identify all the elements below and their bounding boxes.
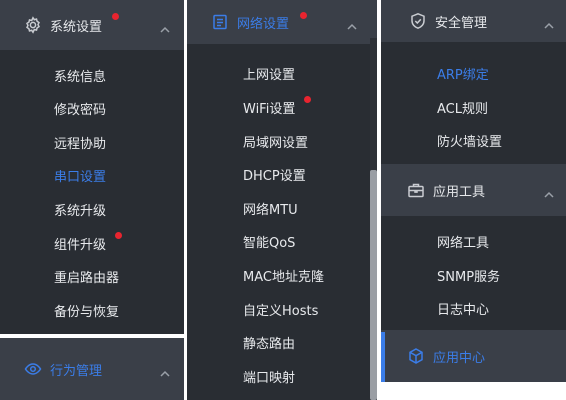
- shield-icon: [409, 12, 427, 30]
- document-icon: [211, 13, 229, 31]
- menu-item-wifi-settings[interactable]: WiFi设置: [243, 98, 295, 117]
- chevron-up-icon[interactable]: [347, 17, 357, 30]
- menu-item-internet-settings[interactable]: 上网设置: [243, 64, 295, 83]
- menu-group-security-management[interactable]: 安全管理: [381, 0, 566, 42]
- submenu-system-settings: 系统信息 修改密码 远程协助 串口设置 系统升级 组件升级 重启路由器 备份与恢…: [0, 50, 184, 334]
- menu-item-static-routes[interactable]: 静态路由: [243, 333, 295, 352]
- menu-item-mac-clone[interactable]: MAC地址克隆: [243, 266, 324, 285]
- menu-item-network-mtu[interactable]: 网络MTU: [243, 199, 298, 218]
- menu-group-label: 网络设置: [237, 16, 290, 32]
- chevron-up-icon[interactable]: [160, 20, 170, 33]
- menu-item-change-password[interactable]: 修改密码: [54, 99, 106, 118]
- menu-item-remote-assist[interactable]: 远程协助: [54, 133, 106, 152]
- menu-panel-middle: 网络设置 上网设置 WiFi设置 局域网设置 DHCP设置 网络MTU 智能Qo…: [187, 0, 377, 400]
- menu-group-label: 安全管理: [435, 15, 488, 31]
- notification-badge: [115, 232, 122, 239]
- menu-item-component-upgrade[interactable]: 组件升级: [54, 234, 106, 253]
- menu-item-serial-settings[interactable]: 串口设置: [54, 166, 106, 185]
- menu-item-lan-settings[interactable]: 局域网设置: [243, 132, 308, 151]
- menu-item-port-mapping[interactable]: 端口映射: [243, 367, 295, 386]
- menu-item-reboot-router[interactable]: 重启路由器: [54, 267, 119, 286]
- menu-item-system-upgrade[interactable]: 系统升级: [54, 200, 106, 219]
- menu-item-dhcp-settings[interactable]: DHCP设置: [243, 165, 306, 184]
- active-indicator-bar: [381, 332, 385, 382]
- menu-item-acl-rules[interactable]: ACL规则: [437, 98, 488, 117]
- chevron-up-icon[interactable]: [160, 364, 170, 377]
- menu-item-arp-binding[interactable]: ARP绑定: [437, 64, 489, 83]
- briefcase-icon: [407, 181, 425, 199]
- menu-group-app-center[interactable]: 应用中心: [381, 330, 566, 382]
- menu-group-label: 系统设置: [50, 19, 103, 35]
- submenu-security-management: ARP绑定 ACL规则 防火墙设置: [381, 42, 566, 164]
- menu-item-network-tools[interactable]: 网络工具: [437, 232, 489, 251]
- menu-group-label: 应用工具: [433, 184, 486, 200]
- menu-group-network-settings[interactable]: 网络设置: [187, 0, 377, 44]
- notification-badge: [304, 96, 311, 103]
- menu-group-system-settings[interactable]: 系统设置: [0, 0, 184, 50]
- menu-group-label: 应用中心: [433, 350, 486, 366]
- menu-item-log-center[interactable]: 日志中心: [437, 299, 489, 318]
- menu-panel-right: 安全管理 ARP绑定 ACL规则 防火墙设置 应用工具 网络工具 SNMP服务 …: [381, 0, 566, 400]
- menu-item-backup-restore[interactable]: 备份与恢复: [54, 301, 119, 320]
- menu-item-custom-hosts[interactable]: 自定义Hosts: [243, 300, 318, 319]
- notification-badge: [300, 12, 307, 19]
- cube-icon: [407, 347, 425, 365]
- submenu-network-settings: 上网设置 WiFi设置 局域网设置 DHCP设置 网络MTU 智能QoS MAC…: [187, 44, 377, 400]
- notification-badge: [112, 13, 119, 20]
- menu-item-system-info[interactable]: 系统信息: [54, 66, 106, 85]
- chevron-up-icon[interactable]: [544, 185, 554, 198]
- menu-group-label: 行为管理: [50, 363, 103, 379]
- menu-panel-left: 系统设置 系统信息 修改密码 远程协助 串口设置 系统升级 组件升级 重启路由器…: [0, 0, 184, 400]
- submenu-app-tools: 网络工具 SNMP服务 日志中心: [381, 216, 566, 330]
- menu-group-app-tools[interactable]: 应用工具: [381, 164, 566, 216]
- menu-item-snmp-service[interactable]: SNMP服务: [437, 266, 500, 285]
- menu-group-behavior-management[interactable]: 行为管理: [0, 338, 184, 400]
- chevron-up-icon[interactable]: [544, 16, 554, 29]
- scrollbar-thumb[interactable]: [370, 170, 377, 400]
- gear-icon: [24, 16, 42, 34]
- eye-icon: [24, 360, 42, 378]
- menu-item-smart-qos[interactable]: 智能QoS: [243, 232, 295, 251]
- menu-item-firewall-settings[interactable]: 防火墙设置: [437, 131, 502, 150]
